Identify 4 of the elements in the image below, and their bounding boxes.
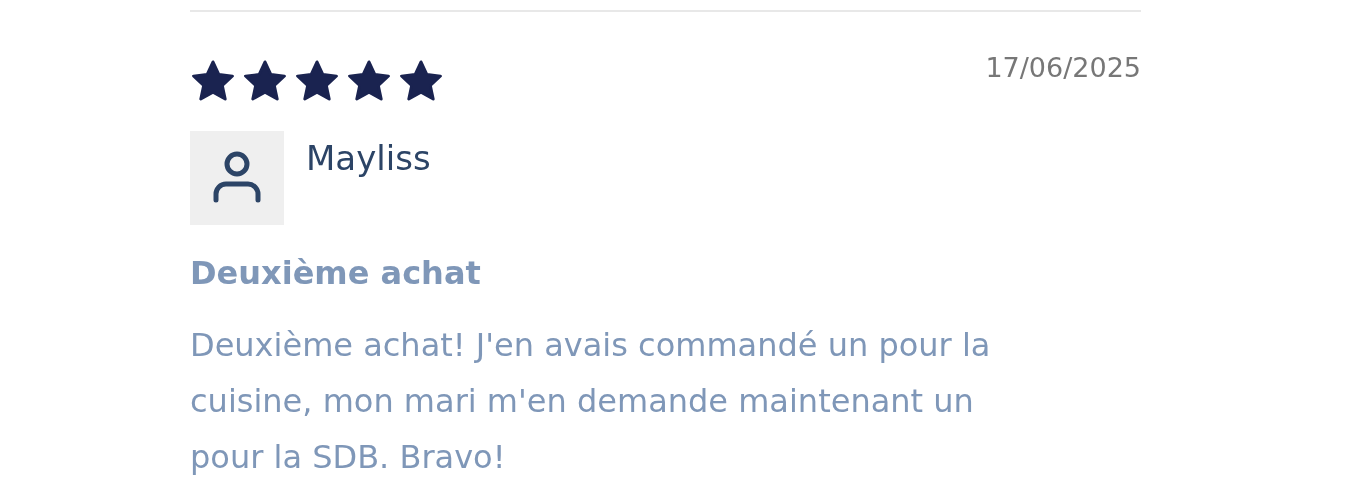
review-text: Deuxième achat! J'en avais commandé un pour la cuisine, mon mari m'en demande maintenant un pour la SDB. Bravo! <box>190 325 992 478</box>
reviewer-name: Mayliss <box>306 141 431 180</box>
review-date: 17/06/2025 <box>985 54 1141 81</box>
review-title: Deuxième achat <box>190 257 482 289</box>
